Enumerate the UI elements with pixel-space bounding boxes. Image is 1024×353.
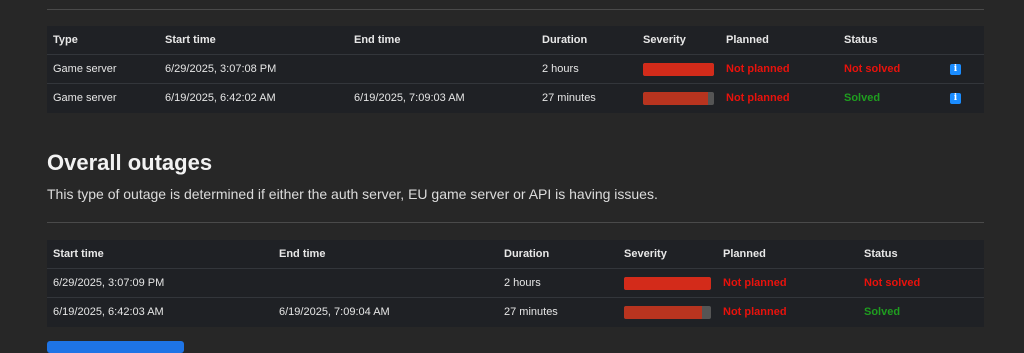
table-row: 6/29/2025, 3:07:09 PM 2 hours Not planne… (47, 269, 984, 298)
table-row: 6/19/2025, 6:42:03 AM 6/19/2025, 7:09:04… (47, 298, 984, 327)
col-duration-header: Duration (504, 248, 550, 260)
table-row: Game server 6/29/2025, 3:07:08 PM 2 hour… (47, 55, 984, 84)
info-icon[interactable]: i (950, 93, 961, 104)
severity-bar (624, 306, 711, 319)
duration-cell: 27 minutes (542, 92, 596, 104)
status-cell: Solved (844, 92, 881, 104)
severity-fill (624, 277, 711, 290)
col-type-header: Type (53, 34, 78, 46)
planned-cell: Not planned (723, 306, 787, 318)
overall-outages-table: Start time End time Duration Severity Pl… (47, 240, 984, 327)
info-icon[interactable]: i (950, 64, 961, 75)
overall-outages-title: Overall outages (47, 150, 213, 175)
game-outages-table: Type Start time End time Duration Severi… (47, 26, 984, 113)
top-divider (47, 9, 984, 10)
end-time-cell: 6/19/2025, 7:09:03 AM (354, 92, 465, 104)
severity-bar (643, 63, 714, 76)
severity-bar (643, 92, 714, 105)
start-time-cell: 6/29/2025, 3:07:08 PM (165, 63, 277, 75)
table-row: Game server 6/19/2025, 6:42:02 AM 6/19/2… (47, 84, 984, 113)
start-time-cell: 6/29/2025, 3:07:09 PM (53, 277, 165, 289)
col-start-header: Start time (53, 248, 104, 260)
col-duration-header: Duration (542, 34, 588, 46)
table-header-row: Start time End time Duration Severity Pl… (47, 240, 984, 269)
col-planned-header: Planned (726, 34, 769, 46)
duration-cell: 2 hours (504, 277, 541, 289)
status-cell: Not solved (864, 277, 921, 289)
severity-bar (624, 277, 711, 290)
planned-cell: Not planned (726, 92, 790, 104)
severity-fill (643, 63, 714, 76)
status-cell: Solved (864, 306, 901, 318)
col-start-header: Start time (165, 34, 216, 46)
severity-fill (624, 306, 703, 319)
col-severity-header: Severity (643, 34, 686, 46)
col-status-header: Status (844, 34, 878, 46)
table-header-row: Type Start time End time Duration Severi… (47, 26, 984, 55)
planned-cell: Not planned (723, 277, 787, 289)
start-time-cell: 6/19/2025, 6:42:02 AM (165, 92, 276, 104)
duration-cell: 27 minutes (504, 306, 558, 318)
status-cell: Not solved (844, 63, 901, 75)
col-end-header: End time (279, 248, 326, 260)
end-time-cell: 6/19/2025, 7:09:04 AM (279, 306, 390, 318)
severity-fill (643, 92, 709, 105)
planned-cell: Not planned (726, 63, 790, 75)
col-end-header: End time (354, 34, 401, 46)
start-time-cell: 6/19/2025, 6:42:03 AM (53, 306, 164, 318)
type-cell: Game server (53, 92, 117, 104)
col-planned-header: Planned (723, 248, 766, 260)
type-cell: Game server (53, 63, 117, 75)
section-divider (47, 222, 984, 223)
overall-outages-description: This type of outage is determined if eit… (47, 186, 658, 202)
col-severity-header: Severity (624, 248, 667, 260)
col-status-header: Status (864, 248, 898, 260)
duration-cell: 2 hours (542, 63, 579, 75)
bottom-action-button[interactable] (47, 341, 184, 353)
